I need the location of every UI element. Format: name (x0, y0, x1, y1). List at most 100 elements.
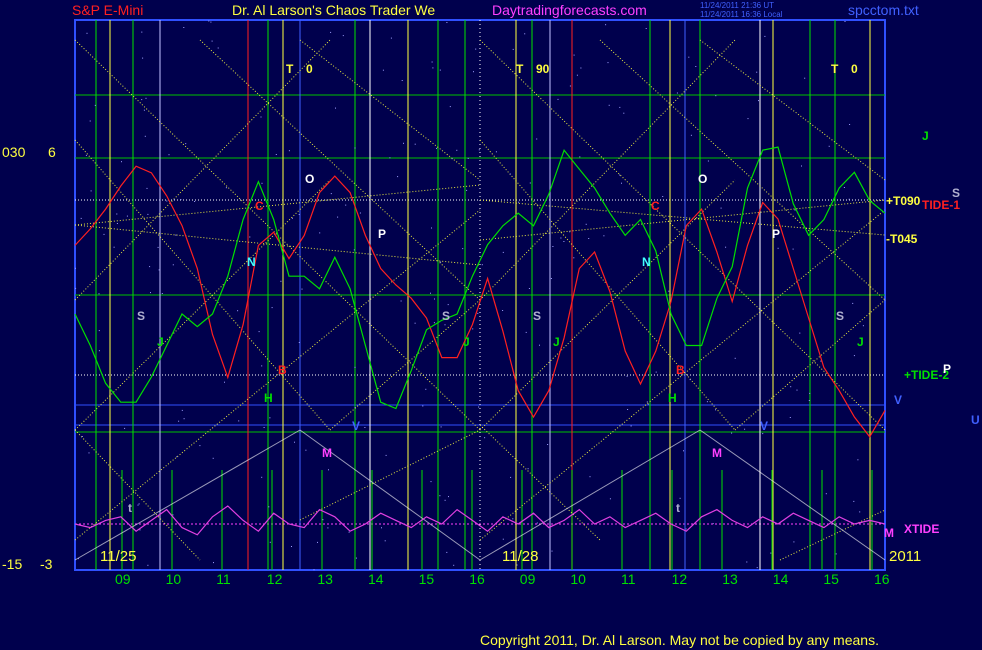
star-dot (862, 325, 864, 327)
cycle-marker: S (836, 309, 844, 323)
star-dot (439, 495, 441, 497)
star-dot (431, 61, 433, 63)
star-dot (298, 342, 300, 343)
star-dot (305, 449, 307, 451)
star-dot (645, 28, 647, 29)
star-dot (381, 527, 382, 529)
star-dot (449, 106, 451, 108)
star-dot (467, 157, 469, 159)
star-dot (86, 32, 88, 34)
cycle-marker: O (698, 172, 707, 186)
star-dot (853, 500, 855, 502)
star-dot (619, 106, 621, 108)
star-dot (292, 217, 293, 219)
star-dot (217, 47, 219, 49)
star-dot (194, 201, 196, 202)
cycle-marker: N (247, 255, 256, 269)
star-dot (804, 77, 806, 79)
star-dot (444, 324, 446, 326)
star-dot (294, 441, 295, 443)
star-dot (647, 403, 649, 405)
cycle-marker: B (278, 363, 287, 377)
star-dot (859, 511, 861, 513)
star-dot (158, 269, 160, 271)
star-dot (529, 182, 531, 184)
star-dot (98, 350, 100, 352)
star-dot (90, 190, 92, 192)
star-dot (731, 432, 733, 434)
star-dot (605, 24, 607, 26)
star-dot (322, 519, 324, 521)
star-dot (116, 213, 118, 215)
scale-top-right: 6 (48, 144, 56, 160)
star-dot (89, 120, 91, 122)
star-dot (715, 409, 716, 411)
cycle-c-value: 0 (851, 62, 858, 76)
star-dot (210, 21, 212, 23)
x-tick-label: 14 (368, 571, 384, 587)
star-dot (843, 187, 845, 188)
year-label: 2011 (889, 548, 922, 565)
star-dot (439, 69, 441, 71)
star-dot (690, 134, 692, 136)
star-dot (348, 531, 350, 533)
star-dot (301, 288, 303, 290)
star-dot (466, 189, 468, 191)
label-u: U (971, 413, 980, 427)
star-dot (808, 400, 810, 401)
star-dot (269, 541, 271, 543)
star-dot (440, 426, 442, 428)
cycle-marker: M (712, 446, 722, 460)
star-dot (794, 209, 796, 211)
star-dot (857, 459, 859, 461)
star-dot (524, 33, 526, 35)
star-dot (502, 310, 504, 311)
star-dot (172, 514, 174, 516)
scale-top-left: 030 (2, 144, 26, 160)
star-dot (569, 231, 571, 233)
star-dot (688, 56, 690, 58)
star-dot (261, 182, 263, 184)
star-dot (103, 233, 105, 235)
star-dot (355, 557, 357, 559)
star-dot (180, 199, 182, 200)
label-t090: +T090 (886, 194, 921, 208)
star-dot (121, 161, 122, 163)
star-dot (422, 405, 424, 407)
star-dot (456, 149, 458, 151)
star-dot (609, 498, 611, 500)
star-dot (116, 223, 118, 224)
x-tick-label: 16 (874, 571, 890, 587)
star-dot (630, 425, 632, 427)
star-dot (679, 497, 681, 499)
star-dot (720, 207, 722, 209)
star-dot (655, 371, 657, 373)
star-dot (432, 67, 434, 69)
x-tick-label: 14 (772, 571, 789, 587)
star-dot (852, 302, 854, 304)
label-xtide: XTIDE (904, 522, 940, 536)
star-dot (683, 450, 684, 452)
label-m: M (884, 526, 894, 540)
star-dot (551, 550, 553, 552)
star-dot (777, 247, 779, 249)
star-dot (354, 147, 356, 149)
star-dot (414, 143, 416, 145)
star-dot (178, 420, 180, 422)
star-dot (573, 54, 575, 56)
star-dot (181, 409, 183, 411)
star-dot (447, 304, 449, 306)
star-dot (770, 552, 772, 554)
star-dot (569, 85, 571, 87)
cycle-marker: M (322, 446, 332, 460)
star-dot (706, 401, 708, 403)
star-dot (271, 307, 273, 309)
star-dot (446, 551, 448, 553)
star-dot (137, 504, 139, 506)
star-dot (619, 174, 621, 176)
star-dot (430, 292, 431, 294)
label-p: P (943, 362, 952, 376)
star-dot (354, 407, 356, 408)
star-dot (478, 406, 480, 408)
star-dot (809, 392, 811, 394)
